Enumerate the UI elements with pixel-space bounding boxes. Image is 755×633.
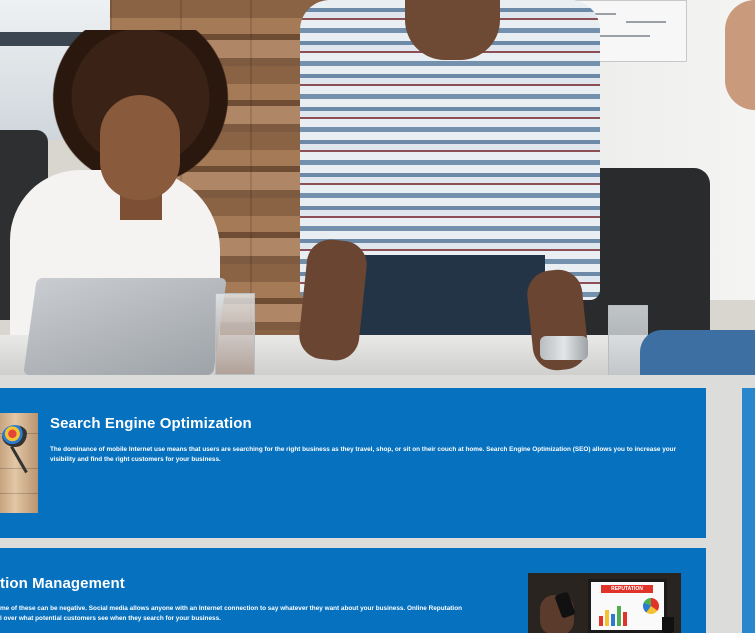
seo-description: The dominance of mobile Internet use mea…: [50, 446, 677, 463]
reputation-screen-label: REPUTATION: [601, 585, 653, 593]
seo-thumbnail: [0, 413, 38, 513]
hero-laptop: [23, 278, 227, 375]
hero-man-jeans: [355, 255, 545, 345]
reputation-title: tion Management: [0, 575, 125, 592]
hero-image: [0, 0, 755, 375]
seo-title: Search Engine Optimization: [50, 415, 252, 432]
hero-woman-face: [100, 95, 180, 200]
hero-person-right-sleeve: [640, 330, 755, 375]
reputation-card: tion Management me of these can be negat…: [0, 548, 706, 633]
pie-chart-icon: [643, 598, 659, 614]
hero-watch: [540, 336, 588, 360]
reputation-description: me of these can be negative. Social medi…: [0, 604, 500, 624]
reputation-description-line-1: me of these can be negative. Social medi…: [0, 605, 463, 612]
bowl-icon: [2, 425, 28, 447]
cup-icon: [662, 617, 674, 633]
reputation-thumbnail: REPUTATION: [528, 573, 681, 633]
pen-icon: [10, 445, 28, 474]
reputation-description-line-2: l over what potential customers see when…: [0, 615, 221, 622]
side-card: [742, 388, 755, 633]
hero-person-right-face: [725, 0, 755, 110]
hero-glass-left: [215, 293, 255, 375]
laptop-screen: REPUTATION: [588, 579, 667, 633]
seo-card: Search Engine Optimization The dominance…: [0, 388, 706, 538]
